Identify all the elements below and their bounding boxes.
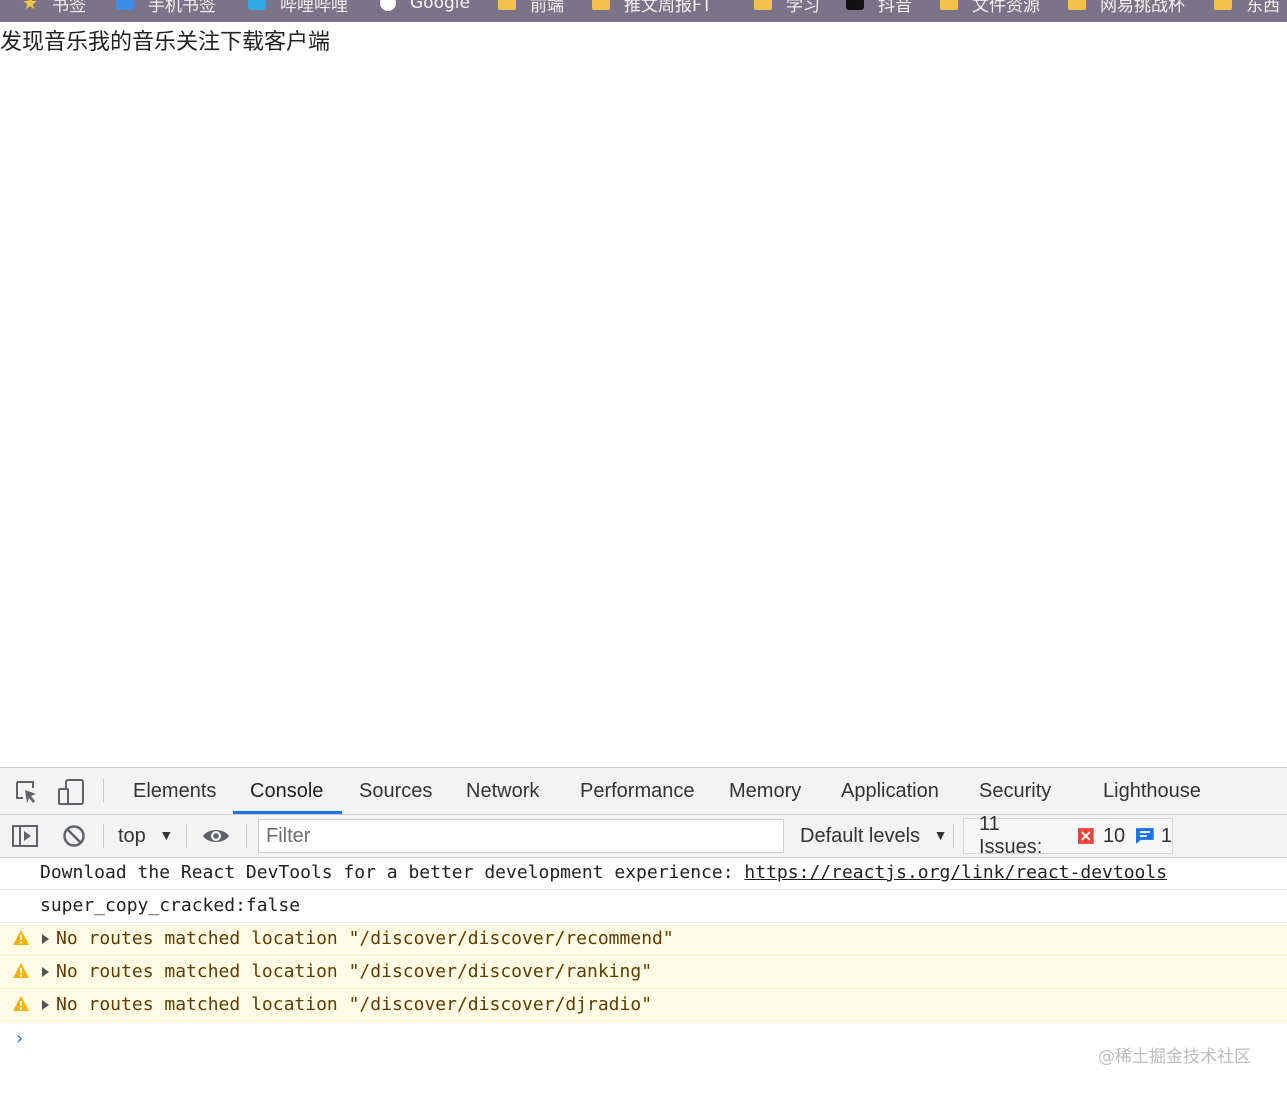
message-text: No routes matched location "/discover/di… xyxy=(56,961,653,982)
console-warning[interactable]: No routes matched location "/discover/di… xyxy=(0,957,1287,989)
warning-icon xyxy=(13,996,29,1011)
tab-application[interactable]: Application xyxy=(841,768,939,814)
expand-triangle-icon[interactable] xyxy=(42,934,49,944)
tab-performance[interactable]: Performance xyxy=(580,768,695,814)
devtools-link[interactable]: https://reactjs.org/link/react-devtools xyxy=(744,862,1167,883)
live-expression-eye-icon[interactable] xyxy=(201,825,231,847)
bookmark-item[interactable]: 东西 xyxy=(1214,0,1280,18)
expand-triangle-icon[interactable] xyxy=(42,1000,49,1010)
console-prompt[interactable]: › xyxy=(14,1028,25,1049)
info-count: 1 xyxy=(1160,824,1172,847)
bookmark-item[interactable]: Google xyxy=(380,0,470,18)
log-levels-label: Default levels xyxy=(800,825,921,847)
error-icon xyxy=(1078,828,1094,844)
separator xyxy=(103,824,104,848)
tab-sources[interactable]: Sources xyxy=(359,768,432,814)
bookmark-item[interactable]: 抖音 xyxy=(846,0,912,18)
context-label: top xyxy=(118,825,146,847)
info-message-icon xyxy=(1136,828,1154,844)
chevron-down-icon: ▼ xyxy=(159,827,174,843)
log-levels-dropdown[interactable]: Default levels ▼ xyxy=(800,825,947,848)
sidebar-toggle-icon[interactable] xyxy=(11,823,39,849)
devtools-panel: Elements Console Sources Network Perform… xyxy=(0,767,1287,1093)
bookmarks-bar: ★ 书签 手机书签 哔哩哔哩 Google 前端 推文周报FT 学习 抖音 文件资… xyxy=(0,0,1287,22)
console-message: super_copy_cracked:false xyxy=(0,891,1287,923)
folder-icon xyxy=(592,0,610,10)
message-text: No routes matched location "/discover/di… xyxy=(56,994,653,1015)
tab-security[interactable]: Security xyxy=(979,768,1051,814)
phone-bookmark-icon xyxy=(116,0,134,10)
bookmark-item[interactable]: 推文周报FT xyxy=(592,0,712,18)
nav-link-follow[interactable]: 关注 xyxy=(176,24,220,56)
bookmark-item[interactable]: 学习 xyxy=(754,0,820,18)
folder-icon xyxy=(498,0,516,10)
message-text: No routes matched location "/discover/di… xyxy=(56,928,674,949)
bilibili-icon xyxy=(248,0,266,10)
separator xyxy=(103,779,104,803)
nav-link-discover[interactable]: 发现音乐 xyxy=(0,24,88,56)
bookmark-item[interactable]: 手机书签 xyxy=(116,0,216,18)
tab-network[interactable]: Network xyxy=(466,768,539,814)
separator xyxy=(246,824,247,848)
tab-memory[interactable]: Memory xyxy=(729,768,801,814)
tab-lighthouse[interactable]: Lighthouse xyxy=(1103,768,1201,814)
separator xyxy=(953,824,954,848)
star-icon: ★ xyxy=(22,0,39,14)
tab-elements[interactable]: Elements xyxy=(133,768,216,814)
tab-console[interactable]: Console xyxy=(232,768,343,814)
warning-icon xyxy=(13,930,29,945)
tiktok-icon xyxy=(846,0,864,10)
page-nav: 发现音乐 我的音乐 关注 下载客户端 xyxy=(0,24,330,56)
bookmark-item[interactable]: 前端 xyxy=(498,0,564,18)
console-message: Download the React DevTools for a better… xyxy=(0,858,1287,890)
console-toolbar: top ▼ Default levels ▼ 11 Issues: 10 xyxy=(0,813,1287,858)
clear-console-icon[interactable] xyxy=(61,823,87,849)
console-warning[interactable]: No routes matched location "/discover/di… xyxy=(0,924,1287,956)
warning-icon xyxy=(13,963,29,978)
google-icon xyxy=(380,0,396,11)
nav-link-my-music[interactable]: 我的音乐 xyxy=(88,24,176,56)
separator xyxy=(186,824,187,848)
error-count: 10 xyxy=(1102,824,1126,847)
chevron-down-icon: ▼ xyxy=(933,827,948,843)
bookmark-item[interactable]: ★ 书签 xyxy=(22,0,86,18)
console-warning[interactable]: No routes matched location "/discover/di… xyxy=(0,990,1287,1022)
folder-icon xyxy=(940,0,958,10)
filter-input[interactable] xyxy=(259,820,783,852)
folder-icon xyxy=(1068,0,1086,10)
message-text: super_copy_cracked:false xyxy=(40,895,301,916)
bookmark-item[interactable]: 网易挑战杯 xyxy=(1068,0,1185,18)
device-toolbar-icon[interactable] xyxy=(56,778,86,806)
bookmark-item[interactable]: 哔哩哔哩 xyxy=(248,0,348,18)
inspect-element-icon[interactable] xyxy=(14,779,40,805)
folder-icon xyxy=(754,0,772,10)
bookmark-item[interactable]: 文件资源 xyxy=(940,0,1040,18)
watermark: @稀土掘金技术社区 xyxy=(1098,1047,1251,1067)
filter-field[interactable] xyxy=(258,819,784,853)
issues-label: 11 Issues: xyxy=(979,813,1043,858)
prompt-chevron-icon: › xyxy=(14,1028,25,1049)
expand-triangle-icon[interactable] xyxy=(42,967,49,977)
devtools-tab-bar: Elements Console Sources Network Perform… xyxy=(0,768,1287,815)
nav-link-download-client[interactable]: 下载客户端 xyxy=(220,24,330,56)
folder-icon xyxy=(1214,0,1232,10)
context-selector[interactable]: top ▼ xyxy=(118,825,173,848)
issues-button[interactable]: 11 Issues: 10 1 xyxy=(963,813,1173,858)
message-text: Download the React DevTools for a better… xyxy=(40,862,745,883)
